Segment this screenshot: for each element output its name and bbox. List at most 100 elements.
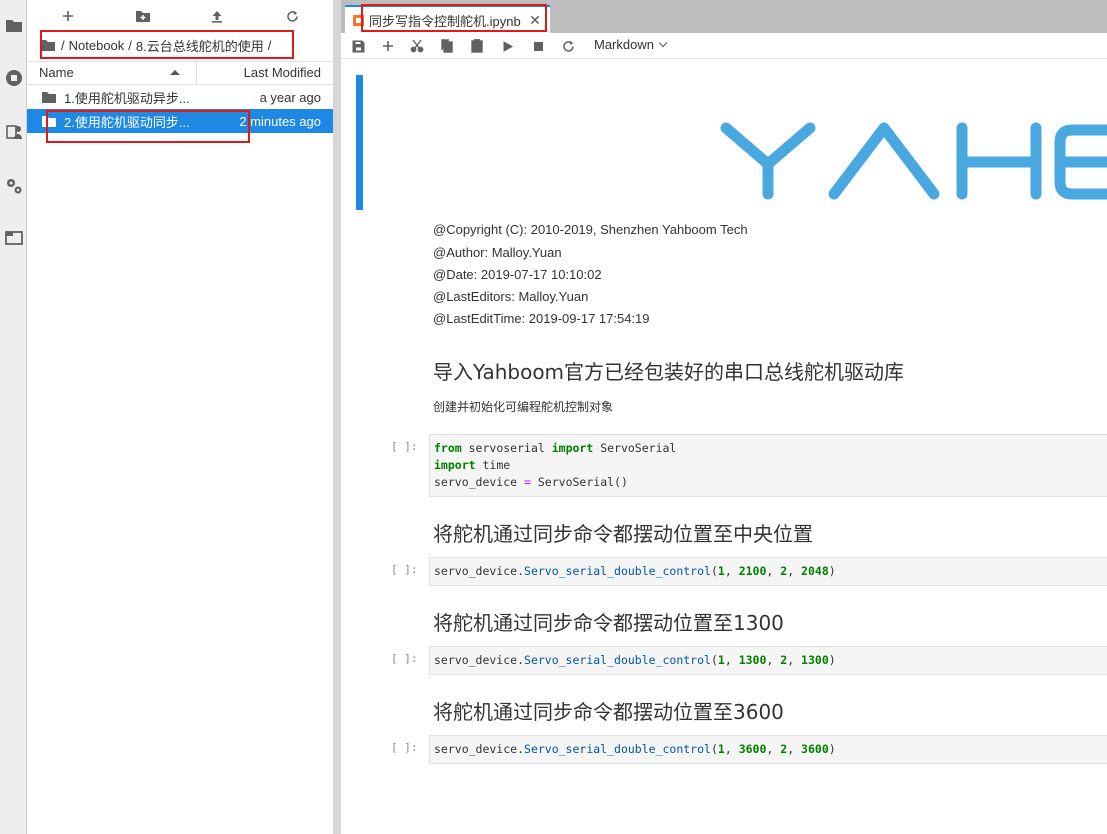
markdown-heading: 将舵机通过同步命令都摆动位置至3600: [433, 700, 784, 724]
column-name-label: Name: [39, 65, 74, 80]
code-punct: ): [828, 564, 836, 578]
markdown-heading: 将舵机通过同步命令都摆动位置至1300: [433, 611, 784, 635]
save-button[interactable]: [348, 37, 368, 55]
meta-last-editors: @LastEditors: Malloy.Yuan: [433, 289, 589, 304]
code-number: 1300: [738, 653, 767, 667]
running-stop-icon[interactable]: [0, 66, 27, 90]
file-modified: 2 minutes ago: [239, 113, 321, 129]
copy-button[interactable]: [437, 37, 457, 55]
file-list-header: Name Last Modified: [27, 61, 333, 85]
active-cell-indicator: [356, 75, 363, 210]
code-keyword: import: [551, 441, 594, 455]
cell-prompt: [ ]:: [391, 563, 418, 576]
code-punct: ,: [787, 653, 802, 667]
tab-title: 同步写指令控制舵机.ipynb: [369, 13, 521, 29]
tabs-icon[interactable]: [0, 226, 27, 250]
code-punct: ,: [766, 564, 781, 578]
code-text: servo_device: [434, 475, 525, 489]
new-launcher-button[interactable]: [57, 6, 79, 26]
code-punct: ,: [724, 742, 739, 756]
refresh-button[interactable]: [281, 6, 303, 26]
file-browser: / Notebook / 8.云台总线舵机的使用 / Name Last Mod…: [27, 0, 333, 834]
cell-prompt: [ ]:: [391, 652, 418, 665]
code-number: 1: [717, 742, 725, 756]
code-number: 3600: [738, 742, 767, 756]
markdown-heading: 导入Yahboom官方已经包装好的串口总线舵机驱动库: [433, 360, 905, 384]
activity-bar: [0, 0, 27, 834]
breadcrumb-sep: /: [267, 37, 272, 53]
markdown-heading: 将舵机通过同步命令都摆动位置至中央位置: [433, 522, 813, 546]
meta-date: @Date: 2019-07-17 10:10:02: [433, 267, 602, 282]
code-punct: (: [710, 742, 718, 756]
file-name: 1.使用舵机驱动异步...: [64, 90, 190, 106]
cell-type-value: Markdown: [594, 37, 654, 52]
code-operator: =: [524, 475, 531, 489]
close-icon[interactable]: ✕: [526, 12, 544, 29]
code-punct: ,: [787, 564, 802, 578]
code-text: servo_device.: [434, 653, 525, 667]
code-number: 1300: [801, 653, 829, 667]
breadcrumb-sep: /: [128, 37, 132, 53]
paste-button[interactable]: [467, 37, 487, 55]
file-modified: a year ago: [259, 89, 321, 105]
code-text: time: [475, 458, 511, 472]
code-cell[interactable]: servo_device.Servo_serial_double_control…: [429, 646, 1107, 675]
code-punct: (: [710, 564, 718, 578]
code-text: servo_device.: [434, 564, 525, 578]
code-text: servoserial: [461, 441, 552, 455]
notebook-icon: [353, 14, 364, 26]
code-punct: ,: [724, 653, 739, 667]
code-punct: (: [710, 653, 718, 667]
cell-type-select[interactable]: Markdown: [594, 37, 668, 52]
restart-button[interactable]: [558, 37, 578, 55]
column-last-modified[interactable]: Last Modified: [197, 62, 333, 84]
cell-prompt: [ ]:: [391, 741, 418, 754]
code-function: Servo_serial_double_control: [524, 742, 711, 756]
notebook-content[interactable]: @Copyright (C): 2010-2019, Shenzhen Yahb…: [341, 60, 1107, 834]
markdown-paragraph: 创建并初始化可编程舵机控制对象: [433, 400, 614, 414]
insert-cell-button[interactable]: [378, 37, 398, 55]
file-name: 2.使用舵机驱动同步...: [64, 114, 190, 130]
code-cell[interactable]: servo_device.Servo_serial_double_control…: [429, 557, 1107, 586]
code-number: 3600: [801, 742, 829, 756]
file-browser-toolbar: [27, 0, 333, 32]
file-row[interactable]: 1.使用舵机驱动异步... a year ago: [27, 85, 333, 109]
new-folder-button[interactable]: [132, 6, 154, 26]
command-palette-icon[interactable]: [0, 120, 27, 144]
main-area: 同步写指令控制舵机.ipynb ✕ Markdown @Copyright (C…: [341, 0, 1107, 834]
code-cell[interactable]: from servoserial import ServoSerial impo…: [429, 434, 1107, 497]
code-cell[interactable]: servo_device.Servo_serial_double_control…: [429, 735, 1107, 764]
code-keyword: import: [434, 458, 476, 472]
code-number: 1: [717, 653, 725, 667]
panel-splitter[interactable]: [333, 0, 341, 834]
cut-button[interactable]: [407, 37, 427, 55]
cell-prompt: [ ]:: [391, 440, 418, 453]
tab-bar: 同步写指令控制舵机.ipynb ✕: [341, 0, 1107, 33]
breadcrumb: / Notebook / 8.云台总线舵机的使用 /: [41, 35, 275, 55]
breadcrumb-sep: /: [61, 37, 65, 53]
code-number: 2100: [738, 564, 767, 578]
sort-asc-icon: [170, 70, 180, 75]
code-text: servo_device.: [434, 742, 525, 756]
tab-notebook[interactable]: 同步写指令控制舵机.ipynb ✕: [345, 5, 550, 33]
stop-button[interactable]: [528, 37, 548, 55]
upload-button[interactable]: [206, 6, 228, 26]
folder-icon: [42, 91, 58, 103]
breadcrumb-notebook[interactable]: Notebook: [69, 38, 125, 53]
code-keyword: from: [434, 441, 462, 455]
code-punct: ,: [766, 742, 781, 756]
code-function: Servo_serial_double_control: [524, 653, 711, 667]
home-folder-icon[interactable]: [41, 39, 55, 51]
code-number: 2048: [801, 564, 829, 578]
meta-last-edit-time: @LastEditTime: 2019-09-17 17:54:19: [433, 311, 650, 326]
file-row-selected[interactable]: 2.使用舵机驱动同步... 2 minutes ago: [27, 109, 333, 133]
folder-icon[interactable]: [0, 14, 27, 38]
gears-icon[interactable]: [0, 174, 27, 198]
code-text: ServoSerial(): [530, 475, 628, 489]
code-punct: ,: [766, 653, 781, 667]
code-punct: ,: [787, 742, 802, 756]
column-name[interactable]: Name: [27, 62, 197, 84]
breadcrumb-current[interactable]: 8.云台总线舵机的使用: [136, 36, 264, 55]
run-button[interactable]: [498, 37, 518, 55]
code-punct: ,: [724, 564, 739, 578]
